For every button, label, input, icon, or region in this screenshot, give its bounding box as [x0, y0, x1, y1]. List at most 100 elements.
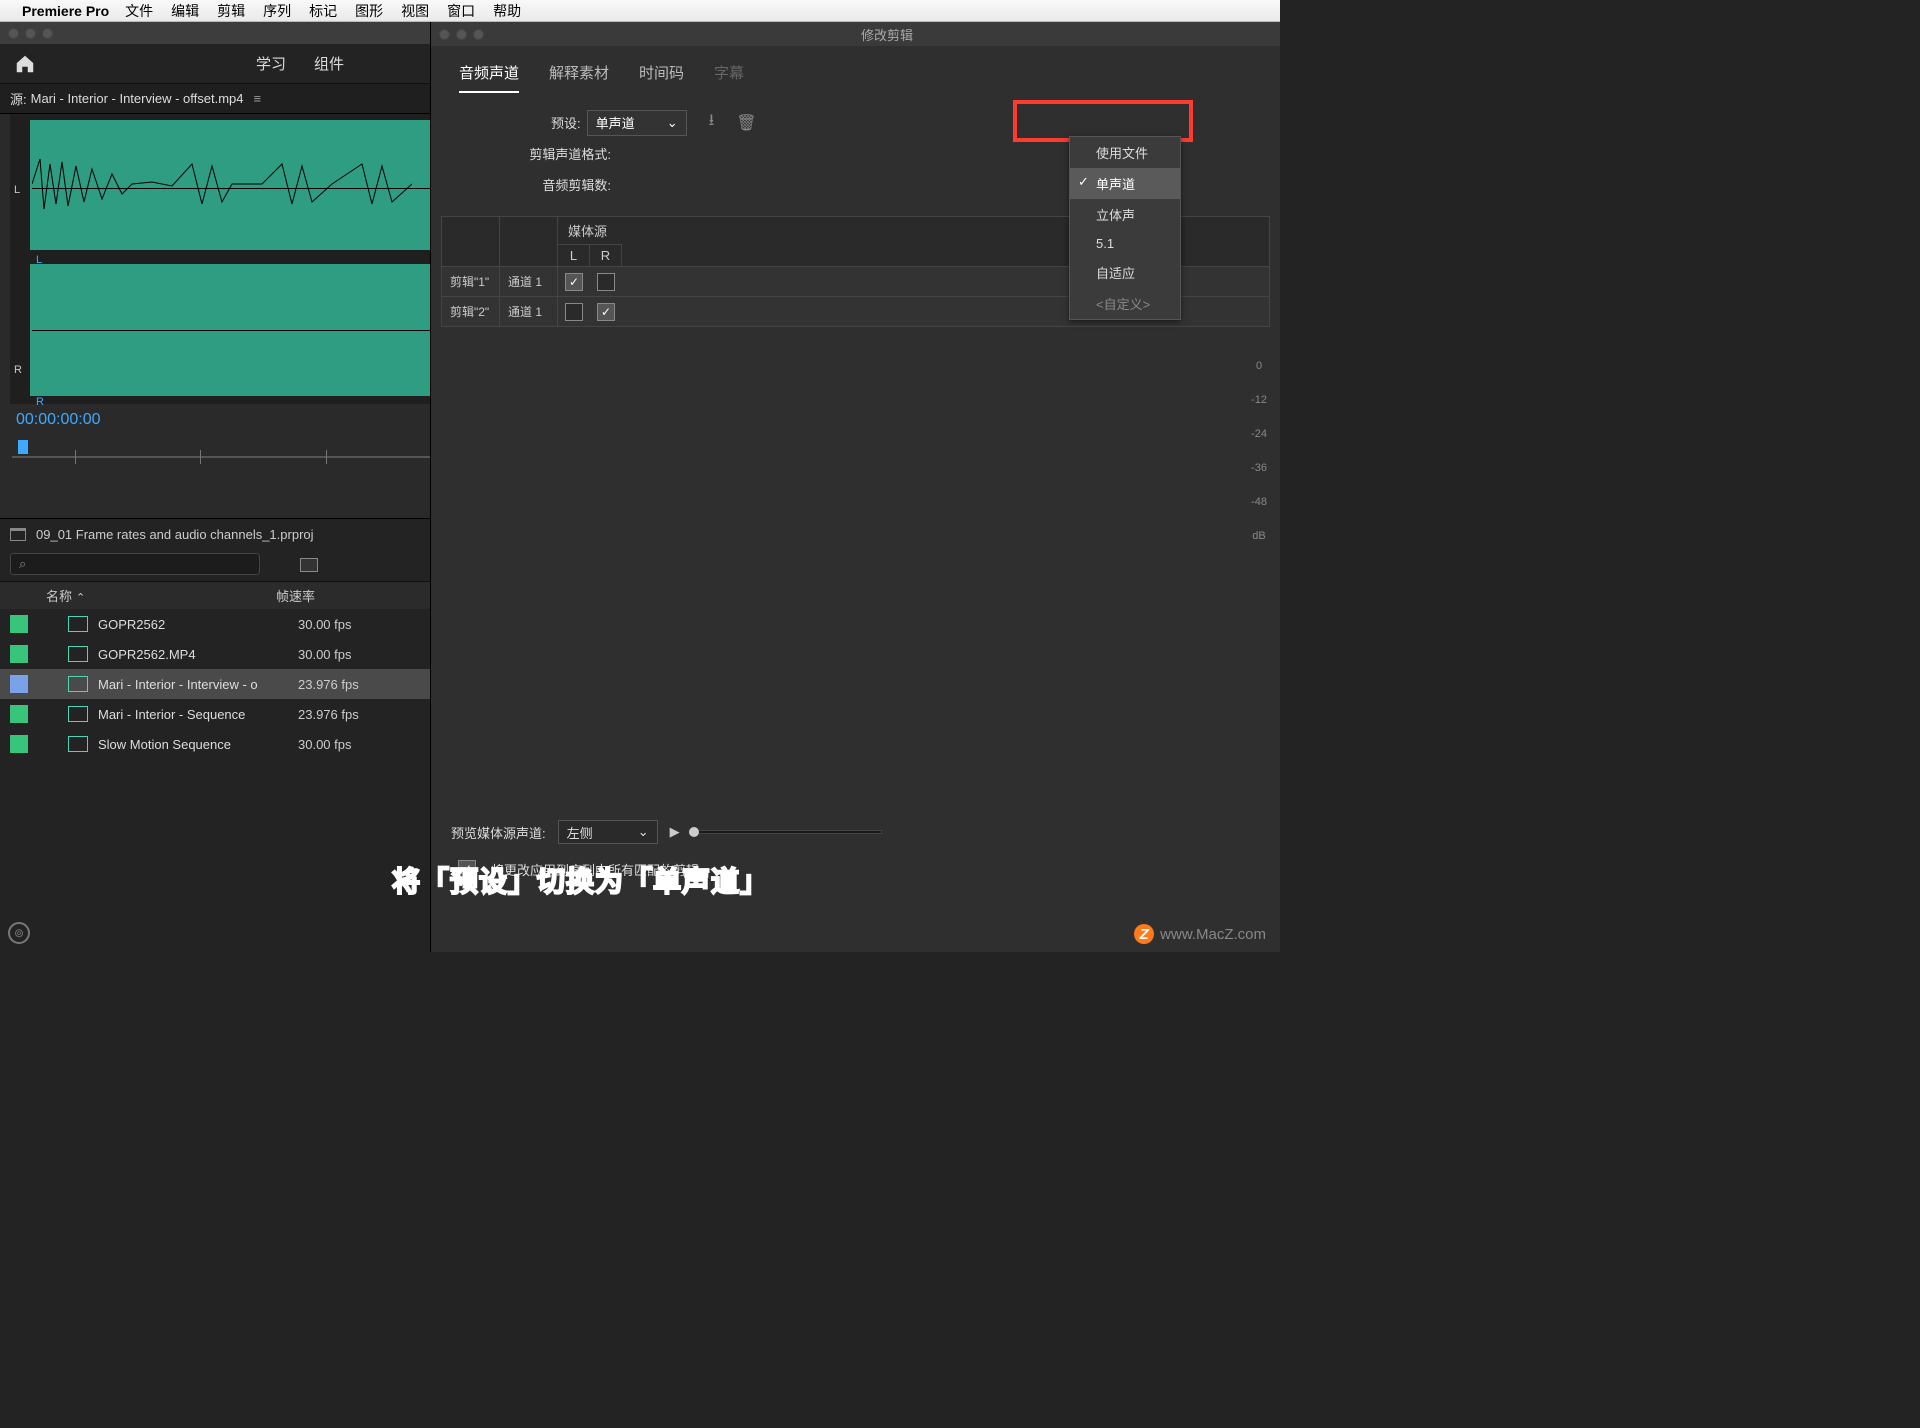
col-r: R	[590, 245, 622, 266]
clip-fps: 30.00 fps	[298, 647, 352, 662]
app-name[interactable]: Premiere Pro	[22, 3, 109, 19]
clip-fps: 30.00 fps	[298, 617, 352, 632]
label-color-swatch[interactable]	[10, 705, 28, 723]
channel-r-checkbox[interactable]	[597, 303, 615, 321]
clip-id: 剪辑"1"	[442, 267, 500, 296]
channel-label-l: L	[14, 184, 20, 196]
traffic-lights[interactable]	[8, 28, 53, 39]
tab-audio-channels[interactable]: 音频声道	[459, 62, 519, 93]
chevron-down-icon: ⌄	[638, 824, 649, 840]
menu-sequence[interactable]: 序列	[263, 1, 291, 21]
creative-cloud-icon[interactable]: ⊚	[8, 922, 30, 944]
col-name[interactable]: 名称	[46, 589, 72, 604]
audio-meter: 0 -12 -24 -36 -48 dB	[1238, 360, 1280, 542]
menu-file[interactable]: 文件	[125, 1, 153, 21]
preset-option-usefile[interactable]: 使用文件	[1070, 137, 1180, 168]
col-fps[interactable]: 帧速率	[276, 586, 315, 605]
waveform-icon	[32, 154, 412, 214]
sort-arrow-icon: ⌃	[76, 592, 85, 604]
clip-fps: 23.976 fps	[298, 677, 359, 692]
meter-tick: 0	[1256, 360, 1262, 372]
clip-fps: 30.00 fps	[298, 737, 352, 752]
count-label: 音频剪辑数:	[491, 175, 611, 194]
menu-view[interactable]: 视图	[401, 1, 429, 21]
playhead-icon[interactable]	[18, 440, 28, 454]
menu-graphics[interactable]: 图形	[355, 1, 383, 21]
clip-icon	[68, 676, 88, 692]
tab-captions: 字幕	[714, 62, 744, 93]
preset-option-51[interactable]: 5.1	[1070, 230, 1180, 257]
chevron-down-icon: ⌄	[667, 115, 678, 131]
channel-r-checkbox[interactable]	[597, 273, 615, 291]
home-icon[interactable]	[14, 53, 36, 75]
tab-interpret[interactable]: 解释素材	[549, 62, 609, 93]
meter-tick: -12	[1251, 394, 1267, 406]
preview-play-button[interactable]: ▶	[670, 824, 680, 840]
channel-id: 通道 1	[500, 267, 558, 296]
menu-edit[interactable]: 编辑	[171, 1, 199, 21]
channel-l-checkbox[interactable]	[565, 273, 583, 291]
project-name: 09_01 Frame rates and audio channels_1.p…	[36, 527, 314, 542]
channel-l-checkbox[interactable]	[565, 303, 583, 321]
preset-label: 预设:	[551, 113, 581, 132]
clip-name: GOPR2562.MP4	[98, 647, 298, 662]
meter-tick: -24	[1251, 428, 1267, 440]
preset-option-custom[interactable]: <自定义>	[1070, 288, 1180, 319]
preset-option-mono[interactable]: 单声道	[1070, 168, 1180, 199]
label-color-swatch[interactable]	[10, 615, 28, 633]
watermark-icon: Z	[1134, 924, 1154, 944]
meter-tick: -36	[1251, 462, 1267, 474]
clip-name: Mari - Interior - Sequence	[98, 707, 298, 722]
panel-menu-icon[interactable]: ≡	[254, 91, 262, 106]
preset-value: 单声道	[596, 113, 635, 132]
folder-icon[interactable]	[300, 558, 318, 572]
label-color-swatch[interactable]	[10, 645, 28, 663]
preview-label: 预览媒体源声道:	[451, 823, 546, 842]
label-color-swatch[interactable]	[10, 675, 28, 693]
delete-preset-icon[interactable]: 🗑	[736, 113, 756, 133]
clip-name: Slow Motion Sequence	[98, 737, 298, 752]
meter-tick: -48	[1251, 496, 1267, 508]
clip-name: GOPR2562	[98, 617, 298, 632]
dialog-titlebar: 修改剪辑	[431, 22, 1280, 46]
clip-icon	[68, 736, 88, 752]
label-color-swatch[interactable]	[10, 735, 28, 753]
col-l: L	[558, 245, 590, 266]
modify-clip-dialog: 修改剪辑 音频声道 解释素材 时间码 字幕 预设: 单声道 ⌄ ⭳ 🗑 剪辑声道…	[430, 22, 1280, 952]
search-icon: ⌕	[19, 556, 26, 572]
format-label: 剪辑声道格式:	[491, 144, 611, 163]
channel-id: 通道 1	[500, 297, 558, 326]
source-clip-name: Mari - Interior - Interview - offset.mp4	[31, 91, 244, 106]
media-source-header: 媒体源	[558, 217, 622, 245]
search-field[interactable]	[32, 557, 251, 572]
source-prefix: 源:	[10, 89, 27, 108]
menu-marker[interactable]: 标记	[309, 1, 337, 21]
meter-tick: dB	[1252, 530, 1265, 542]
channel-marker-r: R	[36, 396, 44, 408]
save-preset-icon[interactable]: ⭳	[709, 109, 715, 136]
clip-fps: 23.976 fps	[298, 707, 359, 722]
tab-learn[interactable]: 学习	[256, 53, 286, 74]
menu-help[interactable]: 帮助	[493, 1, 521, 21]
clip-icon	[68, 616, 88, 632]
watermark-text: www.MacZ.com	[1160, 926, 1266, 943]
timecode[interactable]: 00:00:00:00	[16, 411, 101, 429]
preview-value: 左侧	[567, 823, 593, 842]
preview-channel-select[interactable]: 左侧 ⌄	[558, 820, 658, 844]
dialog-title: 修改剪辑	[494, 25, 1280, 44]
channel-marker-l: L	[36, 254, 42, 266]
tab-timecode[interactable]: 时间码	[639, 62, 684, 93]
menu-window[interactable]: 窗口	[447, 1, 475, 21]
preset-dropdown[interactable]: 单声道 ⌄	[587, 110, 687, 136]
bin-icon[interactable]	[10, 528, 26, 541]
preset-option-stereo[interactable]: 立体声	[1070, 199, 1180, 230]
tab-assemble[interactable]: 组件	[314, 53, 344, 74]
dialog-traffic-lights[interactable]	[439, 29, 484, 40]
menu-clip[interactable]: 剪辑	[217, 1, 245, 21]
watermark: Z www.MacZ.com	[1134, 924, 1266, 944]
clip-name: Mari - Interior - Interview - o	[98, 677, 298, 692]
preset-option-adaptive[interactable]: 自适应	[1070, 257, 1180, 288]
search-input[interactable]: ⌕	[10, 553, 260, 575]
mac-menubar: Premiere Pro 文件 编辑 剪辑 序列 标记 图形 视图 窗口 帮助	[0, 0, 1280, 22]
preview-slider[interactable]	[692, 830, 882, 834]
